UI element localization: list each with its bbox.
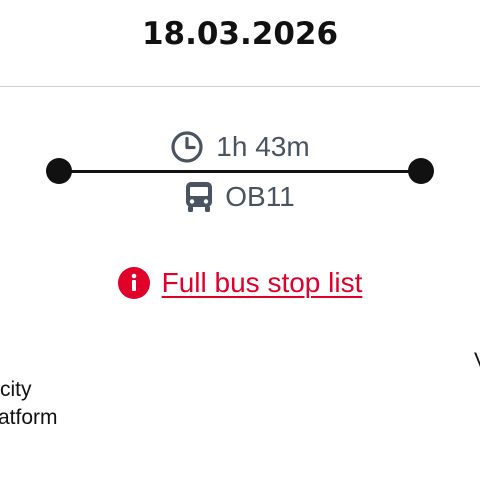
bus-number: OB11 xyxy=(225,181,295,212)
full-bus-stop-list-link[interactable]: Full bus stop list xyxy=(162,267,363,299)
bus-stop-list-row[interactable]: Full bus stop list xyxy=(0,264,480,302)
trip-date: 18.03.2026 xyxy=(141,16,339,52)
departure-stop-line1: city xyxy=(0,378,32,401)
arrival-stop-line1: V xyxy=(474,347,480,375)
header-divider xyxy=(0,86,480,87)
arrival-stop: V xyxy=(474,347,480,375)
duration-text: 1h 43m xyxy=(216,131,310,162)
departure-stop-line2: atform xyxy=(0,406,58,429)
departure-stop: city atform xyxy=(0,376,58,432)
trip-details-screen: 18.03.2026 1h 43m OB11 Full bus stop lis… xyxy=(0,0,480,480)
info-icon xyxy=(117,267,150,299)
clock-icon xyxy=(170,130,204,164)
bus-icon xyxy=(185,182,213,212)
bus-line: OB11 xyxy=(0,179,480,215)
route-line xyxy=(59,170,422,173)
journey-duration: 1h 43m xyxy=(0,129,480,165)
